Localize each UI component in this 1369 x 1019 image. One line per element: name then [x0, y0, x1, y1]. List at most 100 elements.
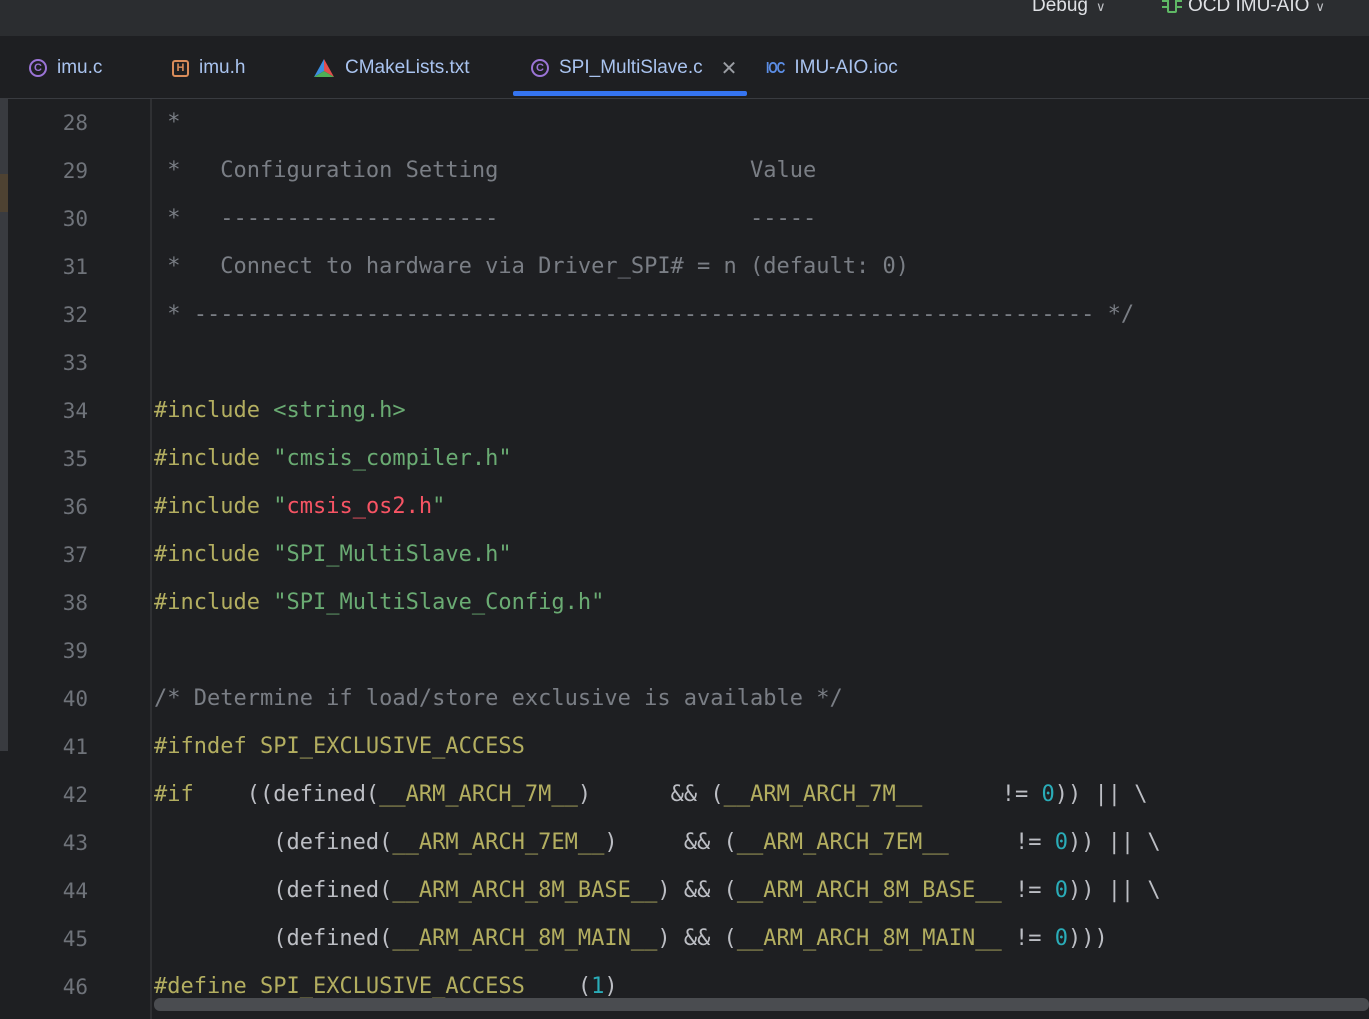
code-line[interactable]: 28 * — [0, 99, 1369, 147]
code-token: ( — [524, 974, 592, 999]
code-token: (defined( — [154, 878, 393, 903]
line-number[interactable]: 34 — [20, 387, 88, 435]
code-token: "SPI_MultiSlave_Config.h" — [273, 590, 605, 615]
code-token: __ARM_ARCH_7M__ — [723, 782, 923, 807]
code-line[interactable]: 43 (defined(__ARM_ARCH_7EM__) && (__ARM_… — [0, 819, 1369, 867]
device-selector[interactable]: OCD IMU-AIO ∨ — [1162, 0, 1325, 17]
code-token: ) — [604, 974, 618, 999]
run-config-label: Debug — [1032, 0, 1088, 16]
code-token: SPI_EXCLUSIVE_ACCESS — [259, 974, 525, 999]
c-file-icon: C — [29, 59, 47, 77]
code-token: != — [1001, 878, 1055, 903]
code-line[interactable]: 30 * --------------------- ----- — [0, 195, 1369, 243]
line-number[interactable]: 43 — [20, 819, 88, 867]
code-text: #if ((defined(__ARM_ARCH_7M__) && (__ARM… — [154, 771, 1147, 819]
line-number[interactable]: 44 — [20, 867, 88, 915]
line-number[interactable]: 33 — [20, 339, 88, 387]
line-number[interactable]: 40 — [20, 675, 88, 723]
line-number[interactable]: 41 — [20, 723, 88, 771]
code-token: != — [948, 830, 1055, 855]
code-line[interactable]: 31 * Connect to hardware via Driver_SPI#… — [0, 243, 1369, 291]
code-token: ) && ( — [604, 830, 737, 855]
code-line[interactable]: 33 — [0, 339, 1369, 387]
code-token: #define — [154, 974, 260, 999]
code-line[interactable]: 37 #include "SPI_MultiSlave.h" — [0, 531, 1369, 579]
line-number[interactable]: 28 — [20, 99, 88, 147]
line-number[interactable]: 37 — [20, 531, 88, 579]
chevron-down-icon: ∨ — [1315, 0, 1325, 14]
line-number[interactable]: 42 — [20, 771, 88, 819]
code-line[interactable]: 42 #if ((defined(__ARM_ARCH_7M__) && (__A… — [0, 771, 1369, 819]
code-token: 0 — [1054, 926, 1068, 951]
code-token: )) || \ — [1067, 878, 1161, 903]
tab-imu-aio-ioc[interactable]: IOC IMU-AIO.ioc — [766, 50, 898, 86]
tab-label: imu.c — [57, 57, 103, 78]
code-line[interactable]: 39 — [0, 627, 1369, 675]
tab-imu-c[interactable]: C imu.c — [29, 50, 102, 86]
code-token: ) && ( — [657, 878, 737, 903]
code-token: * — [154, 110, 181, 135]
code-line[interactable]: 36 #include "cmsis_os2.h" — [0, 483, 1369, 531]
code-line[interactable]: 35 #include "cmsis_compiler.h" — [0, 435, 1369, 483]
line-number[interactable]: 35 — [20, 435, 88, 483]
code-token: ((defined( — [193, 782, 380, 807]
code-line[interactable]: 32 * -----------------------------------… — [0, 291, 1369, 339]
run-config-selector[interactable]: Debug ∨ — [1032, 0, 1106, 17]
device-label: OCD IMU-AIO — [1188, 0, 1310, 16]
code-token: cmsis_os2.h — [286, 494, 433, 519]
code-text: * Configuration Setting Value — [154, 147, 816, 195]
tab-cmakelists[interactable]: CMakeLists.txt — [313, 50, 470, 86]
line-number[interactable]: 29 — [20, 147, 88, 195]
editor-tab-bar: C imu.c H imu.h CMakeLists.txt C SPI_Mul… — [0, 36, 1369, 99]
code-token: "cmsis_compiler.h" — [273, 446, 512, 471]
line-number[interactable]: 38 — [20, 579, 88, 627]
tab-label: CMakeLists.txt — [345, 57, 470, 78]
code-token: #include — [154, 398, 274, 423]
code-token: "SPI_MultiSlave.h" — [273, 542, 512, 567]
code-line[interactable]: 34 #include <string.h> — [0, 387, 1369, 435]
chevron-down-icon: ∨ — [1096, 0, 1106, 14]
code-editor[interactable]: 28 * 29 * Configuration Setting Value 30 *… — [0, 99, 1369, 1019]
code-text: #include <string.h> — [154, 387, 406, 435]
tab-imu-h[interactable]: H imu.h — [172, 50, 245, 86]
code-text: #include "cmsis_compiler.h" — [154, 435, 512, 483]
active-tab-indicator — [513, 91, 747, 96]
line-number[interactable]: 36 — [20, 483, 88, 531]
code-token: /* Determine if load/store exclusive is … — [154, 686, 843, 711]
code-token: __ARM_ARCH_8M_MAIN__ — [392, 926, 658, 951]
code-token: __ARM_ARCH_7EM__ — [392, 830, 605, 855]
code-line[interactable]: 41 #ifndef SPI_EXCLUSIVE_ACCESS — [0, 723, 1369, 771]
line-number[interactable]: 39 — [20, 627, 88, 675]
code-token: #include — [154, 446, 274, 471]
code-token: )) || \ — [1054, 782, 1148, 807]
code-line[interactable]: 40 /* Determine if load/store exclusive i… — [0, 675, 1369, 723]
code-token: * Configuration Setting Value — [154, 158, 817, 183]
line-number[interactable]: 30 — [20, 195, 88, 243]
code-line[interactable]: 44 (defined(__ARM_ARCH_8M_BASE__) && (__… — [0, 867, 1369, 915]
line-number[interactable]: 31 — [20, 243, 88, 291]
code-token: __ARM_ARCH_8M_BASE__ — [392, 878, 658, 903]
c-file-icon: C — [531, 59, 549, 77]
code-token: " — [432, 494, 446, 519]
line-number[interactable]: 46 — [20, 963, 88, 1011]
close-tab-icon[interactable]: ✕ — [721, 56, 738, 81]
code-token: )) || \ — [1067, 830, 1161, 855]
code-line[interactable]: 38 #include "SPI_MultiSlave_Config.h" — [0, 579, 1369, 627]
code-text: #include "cmsis_os2.h" — [154, 483, 445, 531]
line-number[interactable]: 45 — [20, 915, 88, 963]
code-text: #include "SPI_MultiSlave_Config.h" — [154, 579, 604, 627]
code-text: * --------------------- ----- — [154, 195, 816, 243]
code-token: ) && ( — [657, 926, 737, 951]
line-number[interactable]: 32 — [20, 291, 88, 339]
code-token: 1 — [591, 974, 605, 999]
code-token: * --------------------------------------… — [154, 302, 1135, 327]
code-token: 0 — [1041, 782, 1055, 807]
code-token: <string.h> — [273, 398, 406, 423]
horizontal-scrollbar[interactable] — [154, 998, 1369, 1011]
code-token: ))) — [1067, 926, 1108, 951]
code-token: != — [922, 782, 1042, 807]
code-token: #include — [154, 542, 274, 567]
code-line[interactable]: 45 (defined(__ARM_ARCH_8M_MAIN__) && (__… — [0, 915, 1369, 963]
tab-spi-multislave-c[interactable]: C SPI_MultiSlave.c ✕ — [531, 50, 737, 86]
code-line[interactable]: 29 * Configuration Setting Value — [0, 147, 1369, 195]
